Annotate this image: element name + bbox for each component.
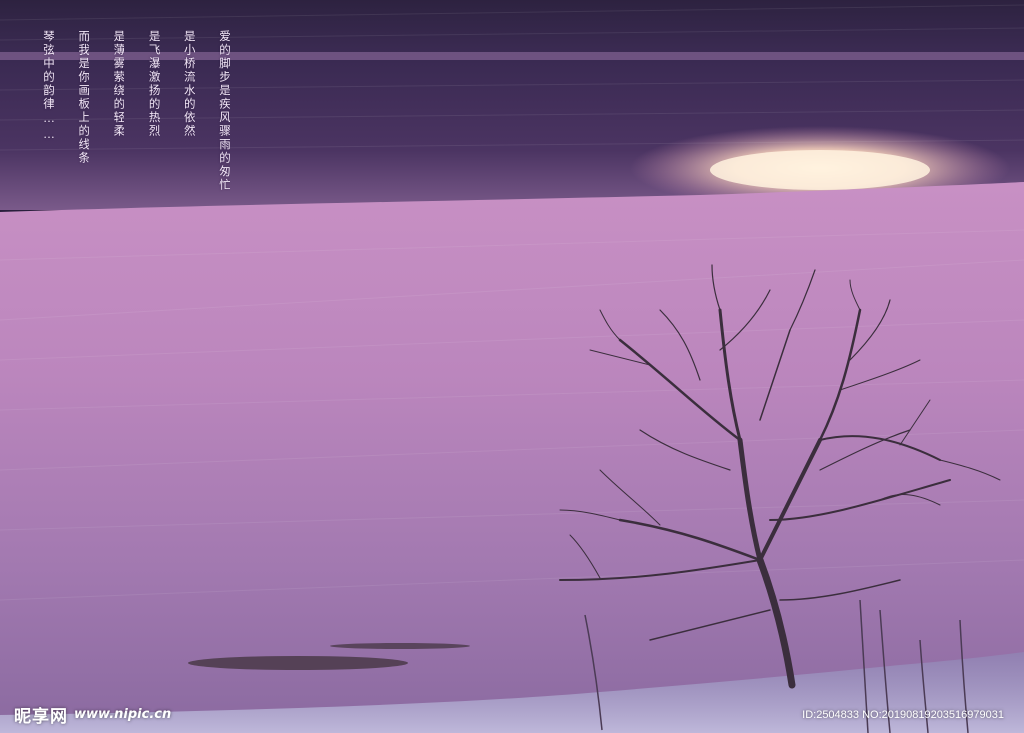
watermark: 昵享网 www.nipic.cn: [14, 703, 172, 727]
image-id-label: ID:2504833 NO:20190819203516979031: [802, 709, 1004, 721]
poem-line: 爱的脚步是疾风骤雨的匆忙: [217, 30, 230, 192]
sun-glow-core: [710, 150, 930, 190]
pink-water: [0, 182, 1024, 733]
watermark-url: www.nipic.cn: [74, 706, 172, 722]
photo-scene: 爱的脚步是疾风骤雨的匆忙 是小桥流水的依然 是飞瀑激扬的热烈 是薄雾萦绕的轻柔 …: [0, 0, 1024, 733]
watermark-brand: 昵享网: [14, 706, 68, 727]
poem-line: 是小桥流水的依然: [182, 30, 195, 138]
poem-line: 而我是你画板上的线条: [77, 30, 90, 165]
poem-line: 是薄雾萦绕的轻柔: [112, 30, 125, 138]
rock-shadow-2: [330, 643, 470, 649]
vertical-poem: 爱的脚步是疾风骤雨的匆忙 是小桥流水的依然 是飞瀑激扬的热烈 是薄雾萦绕的轻柔 …: [40, 30, 230, 230]
rock-shadow-1: [188, 656, 408, 670]
poem-line: 是飞瀑激扬的热烈: [147, 30, 160, 138]
poem-line: 琴弦中的韵律……: [42, 30, 54, 143]
